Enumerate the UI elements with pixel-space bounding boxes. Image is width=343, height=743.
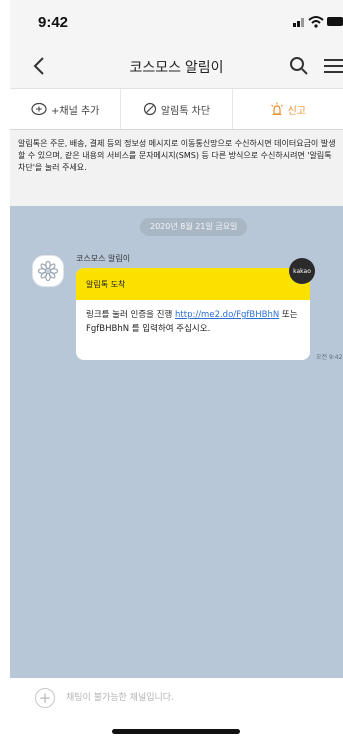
add-channel-button[interactable]: +채널 추가 bbox=[10, 89, 122, 129]
kakao-badge: kakao bbox=[289, 258, 315, 284]
message-title: 알림톡 도착 bbox=[76, 268, 310, 300]
plus-icon[interactable]: + bbox=[35, 688, 55, 708]
status-icons bbox=[293, 16, 343, 28]
home-indicator bbox=[112, 729, 240, 734]
message-body: 링크를 눌러 인증을 진행 http://me2.do/FgfBHBhN 또는 … bbox=[76, 300, 310, 344]
sender-name: 코스모스 알림이 bbox=[76, 254, 131, 263]
report-button[interactable]: 신고 bbox=[233, 89, 343, 129]
status-time: 9:42 bbox=[38, 14, 69, 31]
chat-input-bar: + bbox=[10, 678, 343, 743]
status-bar: 9:42 bbox=[10, 0, 343, 44]
nav-bar: 코스모스 알림이 bbox=[10, 44, 343, 88]
block-alimtalk-label: 알림톡 차단 bbox=[160, 105, 211, 117]
date-divider: 2020년 8월 21일 금요일 bbox=[140, 218, 248, 236]
block-icon bbox=[143, 102, 156, 116]
siren-icon bbox=[270, 102, 283, 116]
message-time: 오전 9:42 bbox=[316, 354, 343, 361]
verification-link[interactable]: http://me2.do/FgfBHBhN bbox=[175, 310, 279, 320]
message-bubble: 알림톡 도착 링크를 눌러 인증을 진행 http://me2.do/FgfBH… bbox=[76, 268, 310, 360]
signal-icon bbox=[293, 18, 304, 27]
menu-icon[interactable] bbox=[321, 54, 343, 78]
add-channel-label: +채널 추가 bbox=[50, 105, 100, 117]
search-icon[interactable] bbox=[287, 54, 311, 78]
sender-avatar[interactable] bbox=[32, 255, 64, 287]
battery-icon bbox=[327, 17, 343, 26]
alimtalk-notice: 알림톡은 주문, 배송, 결제 등의 정보성 메시지로 이동통신망으로 수신하시… bbox=[10, 130, 343, 206]
phone-screen: 9:42 코스모스 알림이 +채널 추가 알림톡 차단 신고 알림톡은 주문, … bbox=[10, 0, 343, 743]
message-prefix: 링크를 눌러 인증을 진행 bbox=[86, 310, 176, 320]
channel-action-bar: +채널 추가 알림톡 차단 신고 bbox=[10, 88, 343, 130]
cosmos-flower-icon bbox=[37, 260, 59, 282]
block-alimtalk-button[interactable]: 알림톡 차단 bbox=[121, 89, 233, 129]
chat-input[interactable] bbox=[66, 686, 336, 710]
add-channel-icon bbox=[31, 102, 47, 116]
wifi-icon bbox=[308, 16, 324, 28]
report-label: 신고 bbox=[287, 105, 307, 117]
